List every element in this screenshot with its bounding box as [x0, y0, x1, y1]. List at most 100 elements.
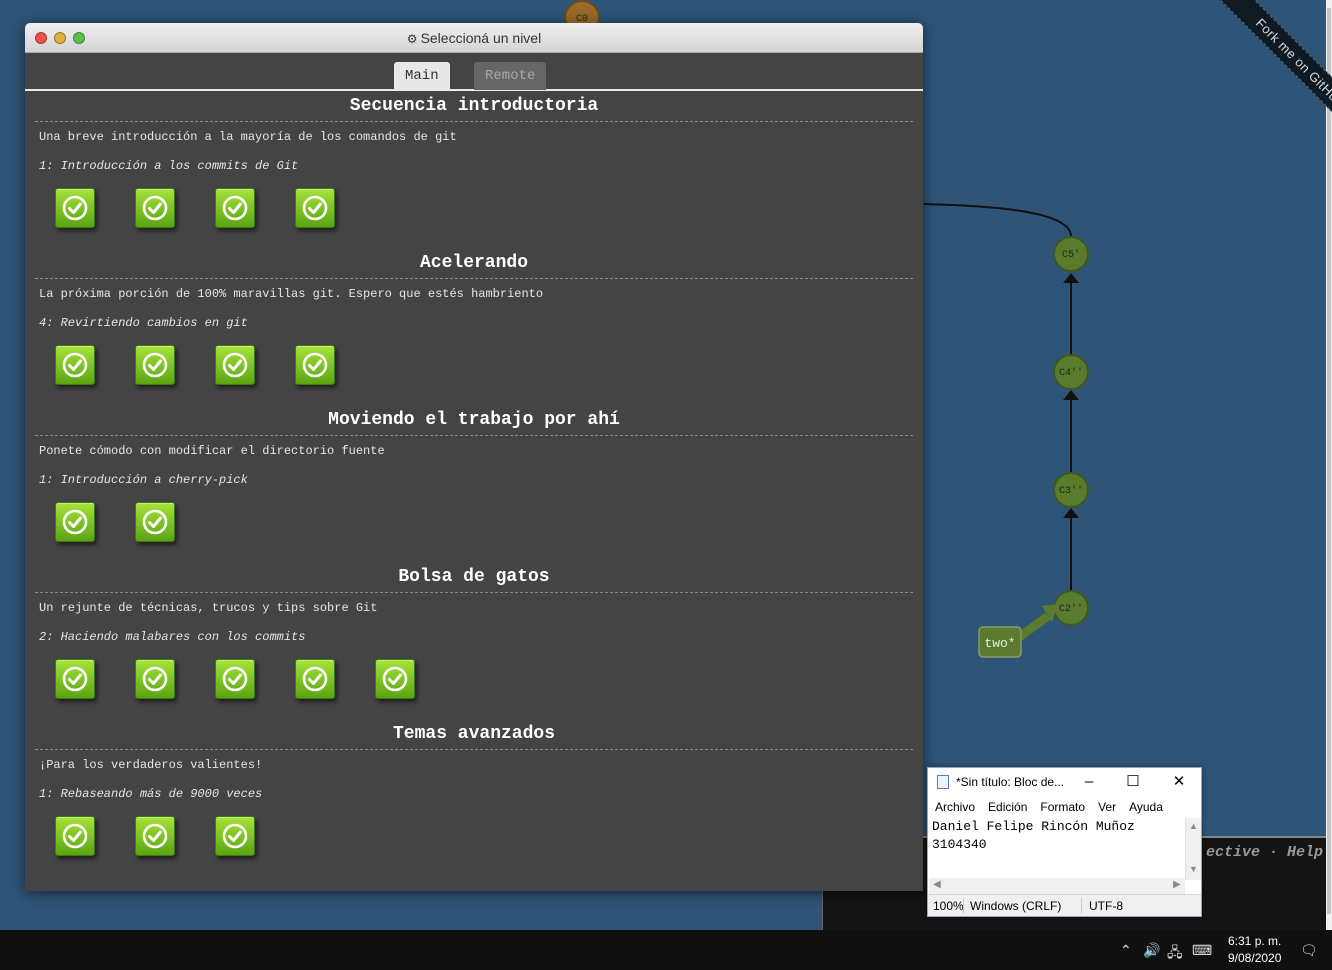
sequence-description: Una breve introducción a la mayoría de l… [39, 130, 457, 144]
commit-node-c3[interactable]: C3'' [1053, 472, 1089, 508]
fork-me-ribbon[interactable]: Fork me on GitHub [1209, 0, 1332, 150]
level-completed-button[interactable] [55, 659, 95, 699]
level-buttons [25, 806, 923, 876]
level-completed-button[interactable] [55, 816, 95, 856]
horizontal-scrollbar[interactable]: ◀ ▶ [929, 878, 1185, 894]
tab-main[interactable]: Main [394, 62, 450, 90]
close-icon[interactable] [35, 32, 47, 44]
keyboard-icon[interactable]: ⌨ [1192, 942, 1212, 959]
sequence-description: ¡Para los verdaderos valientes! [39, 758, 263, 772]
sequence-title: Temas avanzados [392, 724, 556, 744]
tab-bar: Main Remote [25, 53, 923, 91]
level-completed-button[interactable] [135, 659, 175, 699]
check-icon [62, 352, 88, 378]
scroll-left-icon[interactable]: ◀ [933, 879, 941, 890]
check-icon [142, 352, 168, 378]
window-controls [35, 32, 85, 44]
maximize-icon[interactable] [73, 32, 85, 44]
sequence-title: Bolsa de gatos [398, 567, 550, 587]
current-level-name: 4: Revirtiendo cambios en git [39, 316, 248, 330]
taskbar: ⌃ 🔊 🖧 ⌨ 6:31 p. m. 9/08/2020 🗨 [0, 930, 1332, 970]
system-clock[interactable]: 6:31 p. m. 9/08/2020 [1228, 933, 1281, 967]
dialog-title: ⚙ Seleccioná un nivel [25, 23, 923, 54]
text-line: Daniel Felipe Rincón Muñoz [932, 819, 1135, 834]
maximize-icon[interactable]: ☐ [1122, 772, 1144, 792]
sequence-block: Temas avanzados ¡Para los verdaderos val… [25, 719, 923, 876]
sequence-block: Moviendo el trabajo por ahí Ponete cómod… [25, 405, 923, 562]
chevron-up-icon[interactable]: ⌃ [1120, 942, 1132, 959]
scroll-right-icon[interactable]: ▶ [1173, 879, 1181, 890]
scroll-up-icon[interactable]: ▲ [1189, 821, 1198, 831]
scroll-down-icon[interactable]: ▼ [1189, 864, 1198, 874]
check-icon [222, 666, 248, 692]
check-icon [302, 352, 328, 378]
level-completed-button[interactable] [215, 816, 255, 856]
level-completed-button[interactable] [215, 659, 255, 699]
level-completed-button[interactable] [215, 345, 255, 385]
menu-edicion[interactable]: Edición [987, 796, 1034, 818]
level-completed-button[interactable] [295, 188, 335, 228]
level-completed-button[interactable] [135, 345, 175, 385]
notifications-icon[interactable]: 🗨 [1300, 942, 1318, 959]
sequence-description: La próxima porción de 100% maravillas gi… [39, 287, 544, 301]
current-level-name: 2: Haciendo malabares con los commits [39, 630, 306, 644]
notepad-menubar: Archivo Edición Formato Ver Ayuda [928, 796, 1201, 818]
notepad-statusbar: 100% Windows (CRLF) UTF-8 [928, 894, 1201, 916]
level-completed-button[interactable] [135, 502, 175, 542]
menu-archivo[interactable]: Archivo [934, 796, 982, 818]
command-bar-links[interactable]: ective · Help [1206, 844, 1323, 861]
sequence-block: Secuencia introductoria Una breve introd… [25, 91, 923, 248]
menu-ayuda[interactable]: Ayuda [1128, 796, 1170, 818]
vertical-scrollbar[interactable]: ▲ ▼ [1185, 818, 1201, 880]
minimize-icon[interactable] [54, 32, 66, 44]
notepad-text-area[interactable]: Daniel Felipe Rincón Muñoz 3104340 [929, 818, 1186, 878]
check-icon [62, 509, 88, 535]
notepad-icon [937, 775, 949, 789]
level-completed-button[interactable] [295, 659, 335, 699]
level-completed-button[interactable] [215, 188, 255, 228]
commit-node-c2[interactable]: C2'' [1053, 590, 1089, 626]
menu-ver[interactable]: Ver [1097, 796, 1123, 818]
check-icon [142, 666, 168, 692]
check-icon [302, 195, 328, 221]
level-buttons [25, 335, 923, 405]
line-endings: Windows (CRLF) [970, 899, 1062, 913]
gear-icon: ⚙ [406, 32, 418, 46]
clock-time: 6:31 p. m. [1228, 934, 1282, 948]
menu-formato[interactable]: Formato [1039, 796, 1092, 818]
close-icon[interactable]: ✕ [1168, 772, 1190, 792]
sequence-description: Ponete cómodo con modificar el directori… [39, 444, 385, 458]
divider [963, 898, 964, 914]
check-icon [382, 666, 408, 692]
level-completed-button[interactable] [55, 188, 95, 228]
check-icon [222, 823, 248, 849]
arrow-head [1063, 390, 1079, 400]
graph-edge [923, 203, 1072, 237]
sequence-list: Secuencia introductoria Una breve introd… [25, 91, 923, 876]
minimize-icon[interactable]: – [1078, 772, 1100, 792]
commit-node-c4[interactable]: C4'' [1053, 354, 1089, 390]
branch-label-two[interactable]: two* [978, 604, 1058, 658]
level-completed-button[interactable] [135, 188, 175, 228]
level-completed-button[interactable] [295, 345, 335, 385]
svg-text:C4'': C4'' [1059, 367, 1083, 379]
sequence-description: Un rejunte de técnicas, trucos y tips so… [39, 601, 378, 615]
commit-node-c5[interactable]: C5' [1053, 236, 1089, 272]
encoding: UTF-8 [1089, 899, 1123, 913]
check-icon [302, 666, 328, 692]
level-completed-button[interactable] [135, 816, 175, 856]
sequence-title: Acelerando [419, 253, 529, 273]
level-completed-button[interactable] [375, 659, 415, 699]
tab-remote[interactable]: Remote [474, 62, 547, 90]
sequence-title: Moviendo el trabajo por ahí [328, 410, 620, 430]
divider [1081, 898, 1082, 914]
level-completed-button[interactable] [55, 345, 95, 385]
level-buttons [25, 178, 923, 248]
volume-icon[interactable]: 🔊 [1143, 942, 1160, 959]
network-icon[interactable]: 🖧 [1167, 942, 1183, 966]
current-level-name: 1: Introducción a los commits de Git [39, 159, 299, 173]
check-icon [62, 666, 88, 692]
notepad-titlebar: *Sin título: Bloc de... – ☐ ✕ [928, 768, 1201, 796]
sequence-block: Bolsa de gatos Un rejunte de técnicas, t… [25, 562, 923, 719]
level-completed-button[interactable] [55, 502, 95, 542]
